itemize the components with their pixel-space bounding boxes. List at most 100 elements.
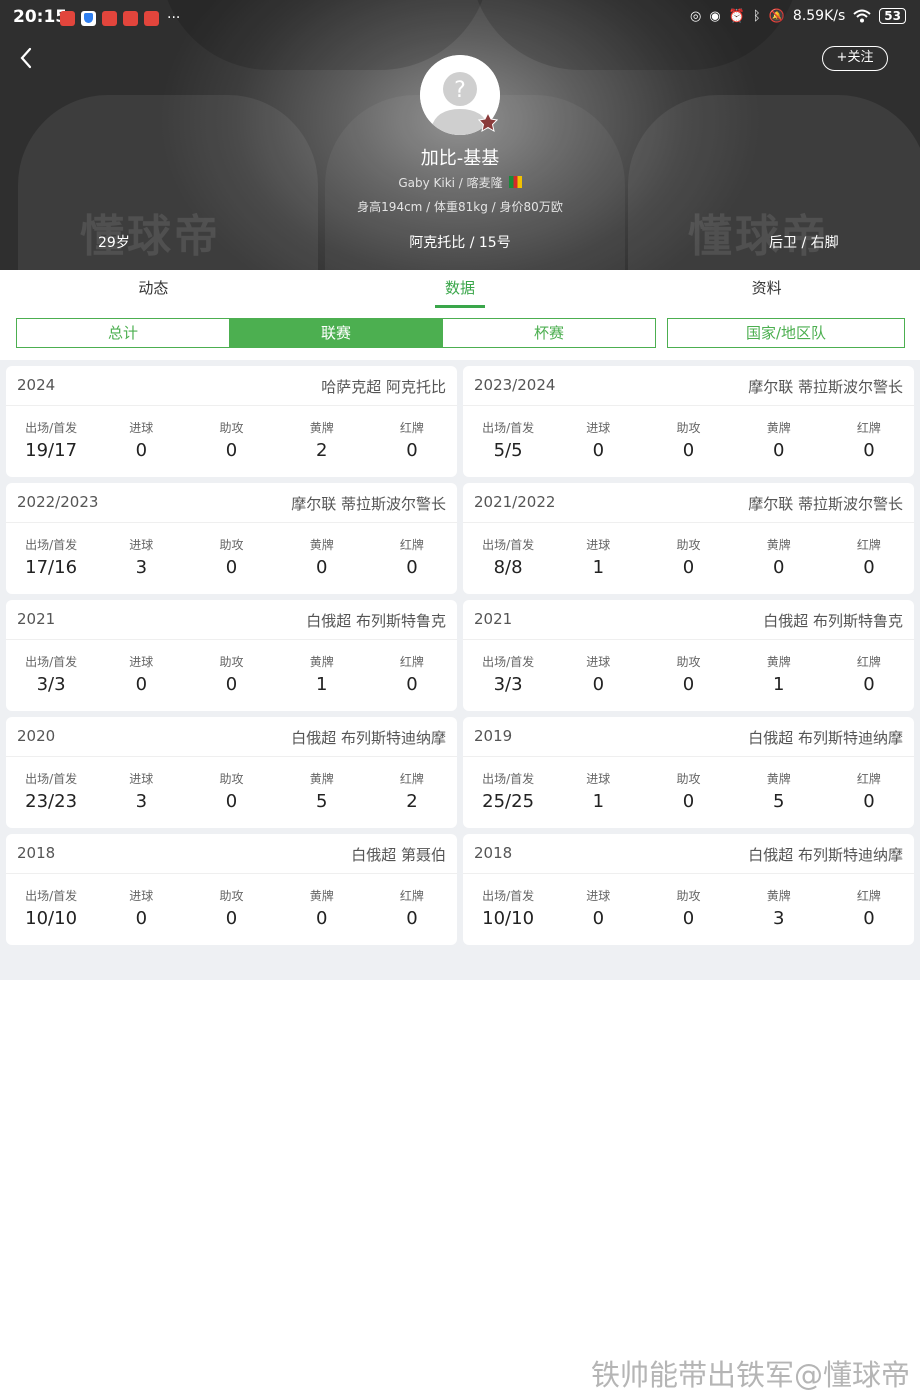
bluetooth-icon: ᛒ [752,8,761,24]
stat-goals: 进球 0 [96,888,186,930]
chevron-left-icon [20,47,32,69]
stat-value: 0 [863,440,875,461]
stat-label: 黄牌 [766,421,791,435]
season-league-team: 哈萨克超 阿克托比 [321,378,446,396]
stat-label: 红牌 [399,538,424,552]
stat-value: 8/8 [493,557,523,578]
season-league-team: 白俄超 第聂伯 [351,846,446,864]
stat-assists: 助攻 0 [643,654,733,696]
tab-data[interactable]: 数据 [307,270,614,310]
stat-value: 0 [772,440,785,461]
stat-goals: 进球 3 [96,537,186,579]
stat-assists: 助攻 0 [186,771,276,813]
tab-dynamics[interactable]: 动态 [0,270,307,310]
stat-value: 0 [406,674,418,695]
season-league-team: 白俄超 布列斯特迪纳摩 [291,729,446,747]
stat-apps: 出场/首发 25/25 [463,771,553,813]
season-card[interactable]: 2019 白俄超 布列斯特迪纳摩 出场/首发 25/25 进球 1 助攻 0 黄牌 5 红… [463,717,914,828]
season-year: 2021 [474,610,513,628]
footer-watermark: 铁帅能带出铁军@懂球帝 [590,1358,910,1392]
stat-label: 黄牌 [309,772,334,786]
season-year: 2023/2024 [474,376,556,394]
stat-label: 黄牌 [309,655,334,669]
stat-label: 进球 [586,421,611,435]
tab-bar: 动态 数据 资料 [0,270,920,310]
season-card[interactable]: 2021/2022 摩尔联 蒂拉斯波尔警长 出场/首发 8/8 进球 1 助攻 0 黄牌… [463,483,914,594]
stat-value: 0 [406,557,418,578]
tab-profile[interactable]: 资料 [613,270,920,310]
stat-label: 进球 [129,538,154,552]
season-card[interactable]: 2021 白俄超 布列斯特鲁克 出场/首发 3/3 进球 0 助攻 0 黄牌 1 红牌 0 [6,600,457,711]
season-card[interactable]: 2024 哈萨克超 阿克托比 出场/首发 19/17 进球 0 助攻 0 黄牌 2 红牌 0 [6,366,457,477]
stat-label: 助攻 [219,772,244,786]
season-card[interactable]: 2022/2023 摩尔联 蒂拉斯波尔警长 出场/首发 17/16 进球 3 助攻 0 … [6,483,457,594]
season-league-team: 白俄超 布列斯特迪纳摩 [748,846,903,864]
stat-value: 0 [863,908,875,929]
stat-label: 出场/首发 [482,655,535,669]
svg-text:?: ? [454,78,466,103]
season-league-team: 摩尔联 蒂拉斯波尔警长 [291,495,446,513]
follow-button[interactable]: +关注 [822,46,888,71]
season-card[interactable]: 2018 白俄超 布列斯特迪纳摩 出场/首发 10/10 进球 0 助攻 0 黄牌 3 红… [463,834,914,945]
stat-apps: 出场/首发 17/16 [6,537,96,579]
stat-label: 黄牌 [766,772,791,786]
nfc-icon: ◎ [690,8,702,24]
stat-value: 3 [135,791,148,812]
stat-value: 0 [225,557,238,578]
stat-red: 红牌 0 [824,888,914,930]
stat-assists: 助攻 0 [186,537,276,579]
stat-value: 1 [772,674,785,695]
stat-label: 黄牌 [766,889,791,903]
stat-label: 出场/首发 [482,772,535,786]
season-year: 2018 [17,844,56,862]
stat-red: 红牌 0 [367,537,457,579]
stat-label: 助攻 [219,538,244,552]
stat-label: 进球 [586,772,611,786]
network-speed: 8.59K/s [792,8,846,24]
season-league-team: 白俄超 布列斯特迪纳摩 [748,729,903,747]
season-card[interactable]: 2023/2024 摩尔联 蒂拉斯波尔警长 出场/首发 5/5 进球 0 助攻 0 黄牌… [463,366,914,477]
eye-icon: ◉ [709,8,721,24]
stat-label: 红牌 [856,772,881,786]
segment-total[interactable]: 总计 [17,319,230,347]
stat-assists: 助攻 0 [186,888,276,930]
stat-assists: 助攻 0 [643,420,733,462]
stat-label: 出场/首发 [25,772,78,786]
season-year: 2018 [474,844,513,862]
stat-label: 助攻 [219,889,244,903]
stat-value: 0 [135,440,148,461]
stat-goals: 进球 0 [553,654,643,696]
segment-league[interactable]: 联赛 [230,319,443,347]
stat-label: 进球 [129,889,154,903]
stat-apps: 出场/首发 3/3 [463,654,553,696]
stat-label: 黄牌 [766,538,791,552]
stat-value: 0 [863,557,875,578]
season-card[interactable]: 2020 白俄超 布列斯特迪纳摩 出场/首发 23/23 进球 3 助攻 0 黄牌 5 红… [6,717,457,828]
stat-value: 0 [315,557,328,578]
back-button[interactable] [14,44,42,72]
stat-value: 0 [863,791,875,812]
segment-cup[interactable]: 杯赛 [443,319,655,347]
season-card[interactable]: 2018 白俄超 第聂伯 出场/首发 10/10 进球 0 助攻 0 黄牌 0 红牌 0 [6,834,457,945]
stat-red: 红牌 0 [367,420,457,462]
player-english-name-country: Gaby Kiki / 喀麦隆 [398,176,503,190]
wifi-icon [853,9,871,23]
stat-red: 红牌 0 [824,654,914,696]
app-notification-icon [60,10,75,26]
stat-label: 助攻 [676,655,701,669]
stat-value: 0 [682,440,695,461]
stat-value: 5 [315,791,328,812]
season-league-team: 白俄超 布列斯特鲁克 [763,612,903,630]
stat-assists: 助攻 0 [643,888,733,930]
stat-value: 0 [315,908,328,929]
stat-value: 0 [406,440,418,461]
stat-label: 出场/首发 [482,538,535,552]
status-time: 20:15 [13,7,68,27]
segment-national-team[interactable]: 国家/地区队 [668,319,904,347]
stat-value: 0 [592,440,605,461]
stat-red: 红牌 0 [824,771,914,813]
stat-value: 0 [682,791,695,812]
season-card[interactable]: 2021 白俄超 布列斯特鲁克 出场/首发 3/3 进球 0 助攻 0 黄牌 1 红牌 0 [463,600,914,711]
stat-label: 进球 [586,889,611,903]
stat-value: 5 [772,791,785,812]
